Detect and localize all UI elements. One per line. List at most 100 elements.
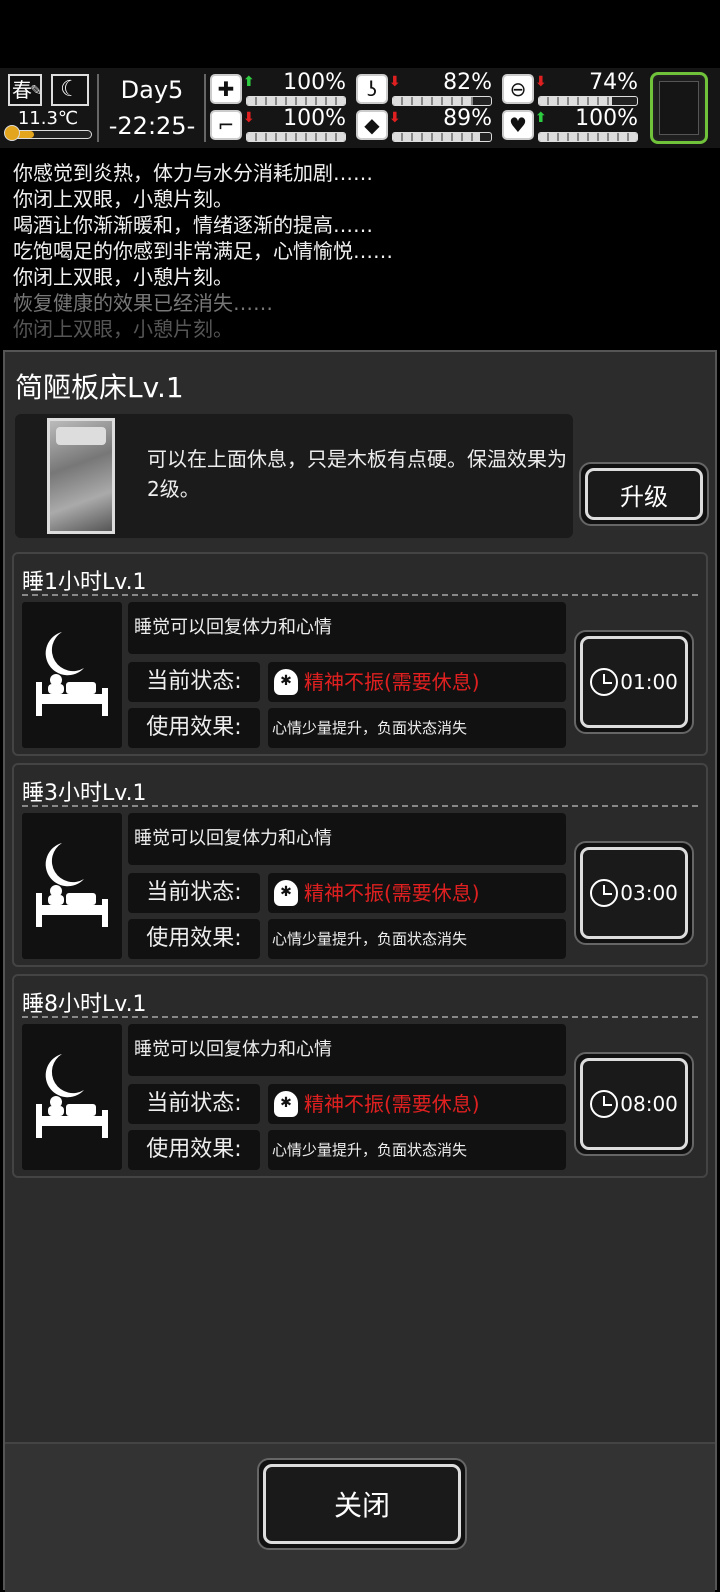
dashed-divider [22,594,698,596]
stat-value: 100% [283,70,346,95]
stat-mood: ♥ ⬆ 100% [502,106,638,142]
game-clock: -22:25- [108,112,196,140]
sleep-option-card: 睡8小时Lv.1 睡觉可以回复体力和心情 当前状态: ✱ 精神不振(需要休息) … [12,974,708,1178]
status-text: 精神不振(需要休息) [304,881,480,905]
stat-thirst: ◆ ⬇ 89% [356,106,492,142]
divider [97,74,99,142]
stat-value: 74% [589,70,638,95]
effect-label: 使用效果: [128,708,260,748]
moon-icon: ☾ [51,74,89,106]
effect-label: 使用效果: [128,1130,260,1170]
trend-down-icon: ⬇ [243,110,255,126]
sleep-3h-button[interactable]: 03:00 [574,841,694,945]
stat-value: 89% [443,106,492,131]
clock-icon [590,1090,619,1118]
temperature: 11.3℃ [17,108,79,129]
tired-face-icon: ✱ [274,880,298,906]
thermometer-icon [4,125,20,141]
sleep-description: 睡觉可以回复体力和心情 [128,1024,566,1076]
sleep-description: 睡觉可以回复体力和心情 [128,813,566,865]
stat-medicine: ⊖ ⬇ 74% [502,70,638,106]
effect-text: 心情少量提升，负面状态消失 [268,1130,566,1170]
clock-icon [590,879,619,907]
effect-text: 心情少量提升，负面状态消失 [268,919,566,959]
stat-value: 82% [443,70,492,95]
trend-down-icon: ⬇ [389,110,401,126]
boot-icon: ⌐ [210,110,242,140]
log-line: 你感觉到炎热，体力与水分消耗加剧…… [13,161,373,185]
water-drop-icon: ◆ [356,110,388,140]
log-line: 恢复健康的效果已经消失…… [13,291,273,315]
temperature-bar [8,130,92,139]
log-line: 吃饱喝足的你感到非常满足，心情愉悦…… [13,239,393,263]
leaf-icon: ✎ [30,83,42,99]
stat-value: 100% [575,106,638,131]
current-status: ✱ 精神不振(需要休息) [268,873,566,913]
trend-up-icon: ⬆ [243,74,255,90]
sleep-option-title: 睡8小时Lv.1 [22,992,147,1017]
bed-info-card: 可以在上面休息，只是木板有点硬。保温效果为2级。 [15,414,573,538]
divider [204,74,206,142]
trend-down-icon: ⬇ [389,74,401,90]
bed-description: 可以在上面休息，只是木板有点硬。保温效果为2级。 [147,447,567,501]
sleep-option-card: 睡3小时Lv.1 睡觉可以回复体力和心情 当前状态: ✱ 精神不振(需要休息) … [12,763,708,967]
dashed-divider [22,1016,698,1018]
upgrade-button-label: 升级 [585,468,703,520]
sleep-option-title: 睡3小时Lv.1 [22,781,147,806]
current-status: ✱ 精神不振(需要休息) [268,1084,566,1124]
stat-bar [392,132,492,142]
message-log: 你感觉到炎热，体力与水分消耗加剧…… 你闭上双眼，小憩片刻。 喝酒让你渐渐暖和，… [0,150,720,342]
stat-bar [538,132,638,142]
sleep-bed-icon [22,813,122,959]
trend-down-icon: ⬇ [535,74,547,90]
effect-label: 使用效果: [128,919,260,959]
bed-panel: 简陋板床Lv.1 可以在上面休息，只是木板有点硬。保温效果为2级。 升级 睡1小… [3,350,717,1592]
tired-face-icon: ✱ [274,669,298,695]
sleep-1h-button[interactable]: 01:00 [574,630,694,734]
stat-bar [538,96,638,106]
log-line: 你闭上双眼，小憩片刻。 [13,317,233,341]
log-line: 喝酒让你渐渐暖和，情绪逐渐的提高…… [13,213,373,237]
sleep-option-card: 睡1小时Lv.1 睡觉可以回复体力和心情 当前状态: ✱ 精神不振(需要休息) … [12,552,708,756]
status-text: 精神不振(需要休息) [304,1092,480,1116]
stat-stamina: ⌐ ⬇ 100% [210,106,346,142]
duration-label: 03:00 [620,881,678,905]
heart-icon: ♥ [502,110,534,140]
panel-title: 简陋板床Lv.1 [15,371,184,404]
stat-value: 100% [283,106,346,131]
stat-bar [246,132,346,142]
sleep-option-title: 睡1小时Lv.1 [22,570,147,595]
equipment-slot[interactable] [650,72,708,144]
tired-face-icon: ✱ [274,1091,298,1117]
season-indicator: 春 ✎ [8,74,42,106]
sleep-description: 睡觉可以回复体力和心情 [128,602,566,654]
medkit-icon: ✚ [210,74,242,104]
dashed-divider [22,805,698,807]
close-button[interactable]: 关闭 [257,1458,467,1550]
sleep-bed-icon [22,1024,122,1170]
stat-bar [246,96,346,106]
stat-hunger: ʖ ⬇ 82% [356,70,492,106]
sleep-8h-button[interactable]: 08:00 [574,1052,694,1156]
status-label: 当前状态: [128,662,260,702]
duration-label: 01:00 [620,670,678,694]
current-status: ✱ 精神不振(需要休息) [268,662,566,702]
stat-health: ✚ ⬆ 100% [210,70,346,106]
trend-up-icon: ⬆ [535,110,547,126]
status-label: 当前状态: [128,873,260,913]
season-label: 春 [12,78,32,102]
log-line: 你闭上双眼，小憩片刻。 [13,265,233,289]
log-line: 你闭上双眼，小憩片刻。 [13,187,233,211]
close-button-label: 关闭 [263,1464,461,1544]
effect-text: 心情少量提升，负面状态消失 [268,708,566,748]
upgrade-button[interactable]: 升级 [579,462,709,526]
status-bar: 春 ✎ ☾ 11.3℃ Day5 -22:25- ✚ ⬆ 100% ʖ ⬇ 82… [0,68,720,148]
pill-icon: ⊖ [502,74,534,104]
day-counter: Day5 [120,76,184,104]
clock-icon [590,668,619,696]
status-text: 精神不振(需要休息) [304,670,480,694]
stomach-icon: ʖ [356,74,388,104]
duration-label: 08:00 [620,1092,678,1116]
bed-image [47,418,115,534]
status-label: 当前状态: [128,1084,260,1124]
